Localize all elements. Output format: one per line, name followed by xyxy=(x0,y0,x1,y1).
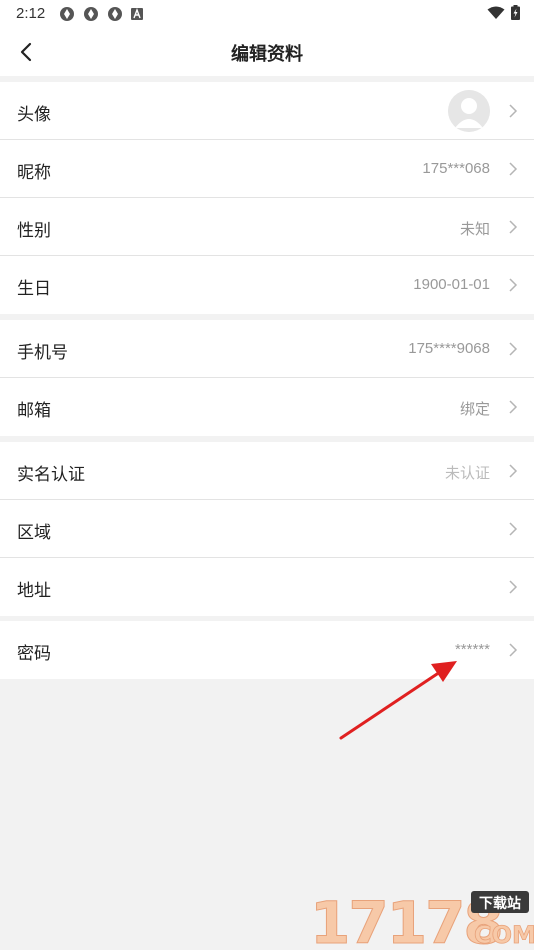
nav-bar: 编辑资料 xyxy=(0,28,534,76)
chevron-right-icon xyxy=(509,522,518,536)
row-label: 头像 xyxy=(17,105,51,125)
verification-status: 未认证 xyxy=(444,465,490,482)
annotation-arrow-icon xyxy=(339,661,457,740)
row-gender[interactable]: 性别 未知 xyxy=(0,198,534,256)
site-watermark-logo: 17178 下载站 COM xyxy=(310,889,534,950)
status-time: 2:12 xyxy=(16,5,46,22)
battery-icon xyxy=(511,5,520,20)
row-avatar[interactable]: 头像 xyxy=(0,82,534,140)
identity-group: 实名认证 未认证 区域 地址 xyxy=(0,442,534,616)
avatar[interactable] xyxy=(448,90,490,132)
nickname-value: 175***068 xyxy=(422,160,490,177)
chevron-right-icon xyxy=(509,162,518,176)
row-label: 生日 xyxy=(17,279,51,299)
default-avatar-icon xyxy=(448,90,490,132)
gender-value: 未知 xyxy=(459,221,490,238)
font-notification-icon xyxy=(131,8,143,20)
row-phone[interactable]: 手机号 175****9068 xyxy=(0,320,534,378)
contact-group: 手机号 175****9068 邮箱 绑定 xyxy=(0,320,534,436)
row-label: 地址 xyxy=(17,581,51,601)
row-label: 实名认证 xyxy=(17,465,85,485)
app-notification-icon xyxy=(60,7,74,21)
row-label: 性别 xyxy=(17,221,51,241)
row-real-name-verification[interactable]: 实名认证 未认证 xyxy=(0,442,534,500)
app-notification-icon xyxy=(108,7,122,21)
system-icons xyxy=(487,5,520,20)
page-title: 编辑资料 xyxy=(231,44,303,65)
chevron-right-icon xyxy=(509,464,518,478)
chevron-right-icon xyxy=(509,643,518,657)
row-label: 邮箱 xyxy=(17,401,51,421)
status-bar: 2:12 xyxy=(0,0,534,28)
chevron-right-icon xyxy=(509,342,518,356)
chevron-right-icon xyxy=(509,104,518,118)
row-label: 密码 xyxy=(17,644,51,664)
birthday-value: 1900-01-01 xyxy=(413,276,490,293)
notification-icons xyxy=(59,6,143,22)
row-label: 手机号 xyxy=(17,343,68,363)
profile-basic-group: 头像 昵称 175***068 性别 未知 生日 1900-01-01 xyxy=(0,82,534,314)
row-label: 区域 xyxy=(17,523,51,543)
chevron-right-icon xyxy=(509,580,518,594)
wifi-icon xyxy=(487,6,505,19)
row-birthday[interactable]: 生日 1900-01-01 xyxy=(0,256,534,314)
row-region[interactable]: 区域 xyxy=(0,500,534,558)
chevron-right-icon xyxy=(509,220,518,234)
row-address[interactable]: 地址 xyxy=(0,558,534,616)
row-nickname[interactable]: 昵称 175***068 xyxy=(0,140,534,198)
svg-text:COM: COM xyxy=(474,921,534,949)
email-value: 绑定 xyxy=(459,401,490,418)
row-label: 昵称 xyxy=(17,163,51,183)
chevron-right-icon xyxy=(509,278,518,292)
app-notification-icon xyxy=(84,7,98,21)
chevron-right-icon xyxy=(509,400,518,414)
phone-value: 175****9068 xyxy=(408,340,490,357)
row-email[interactable]: 邮箱 绑定 xyxy=(0,378,534,436)
svg-text:下载站: 下载站 xyxy=(479,895,521,912)
